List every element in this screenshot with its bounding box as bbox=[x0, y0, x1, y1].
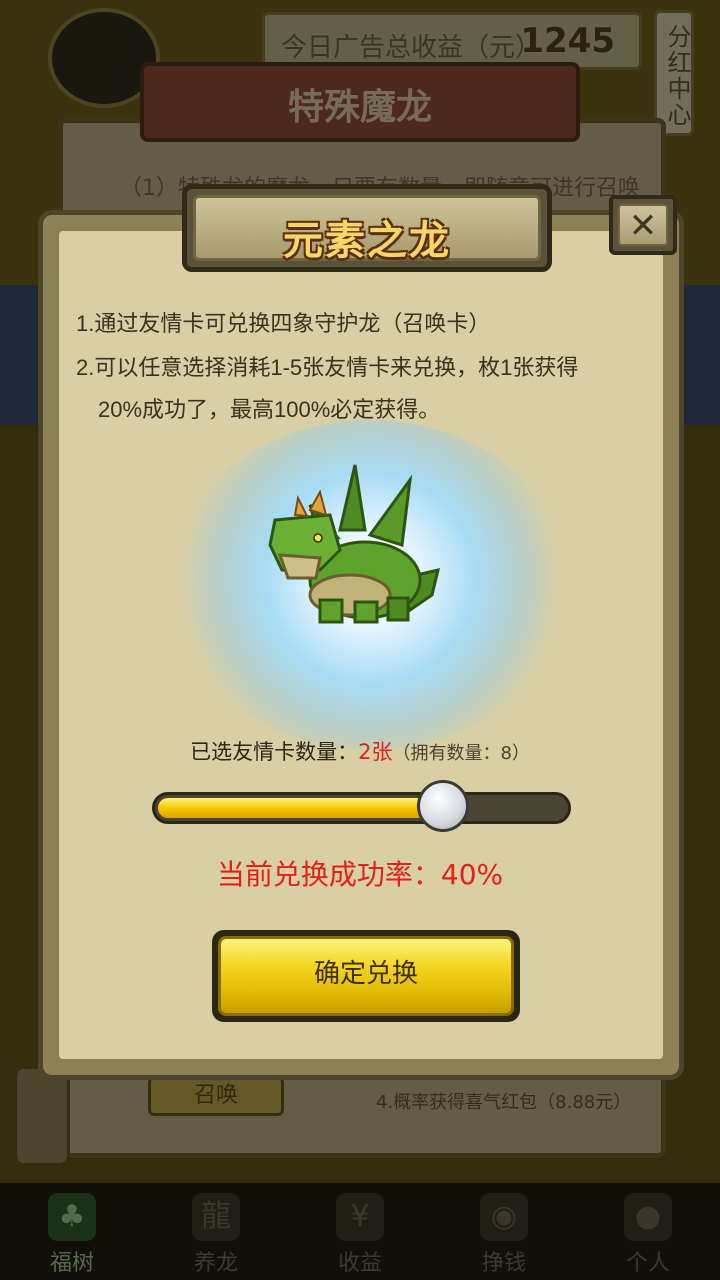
dialog-title-plate: 元素之龙 bbox=[182, 184, 552, 272]
dialog-title: 元素之龙 bbox=[283, 218, 451, 264]
confirm-label: 确定兑换 bbox=[218, 936, 514, 1016]
close-button[interactable]: ✕ bbox=[609, 195, 677, 255]
selected-count: 2张 bbox=[358, 740, 393, 764]
confirm-exchange-button[interactable]: 确定兑换 bbox=[212, 930, 520, 1022]
close-icon: ✕ bbox=[618, 204, 668, 246]
slider-fill bbox=[158, 798, 427, 818]
card-count-slider[interactable] bbox=[152, 792, 571, 824]
green-dragon-image bbox=[268, 464, 441, 624]
dragon-showcase bbox=[170, 420, 570, 750]
owned-count: （拥有数量：8） bbox=[392, 743, 530, 764]
slider-knob[interactable] bbox=[417, 780, 469, 832]
selected-label-text: 已选友情卡数量： bbox=[190, 740, 359, 764]
success-rate-text: 当前兑换成功率：40% bbox=[216, 858, 504, 891]
selected-count-label: 已选友情卡数量：2张（拥有数量：8） bbox=[0, 736, 720, 766]
rule-line-2: 2.可以任意选择消耗1-5张友情卡来兑换，枚1张获得 bbox=[76, 355, 579, 380]
rule-line-1: 1.通过友情卡可兑换四象守护龙（召唤卡） bbox=[76, 311, 491, 336]
